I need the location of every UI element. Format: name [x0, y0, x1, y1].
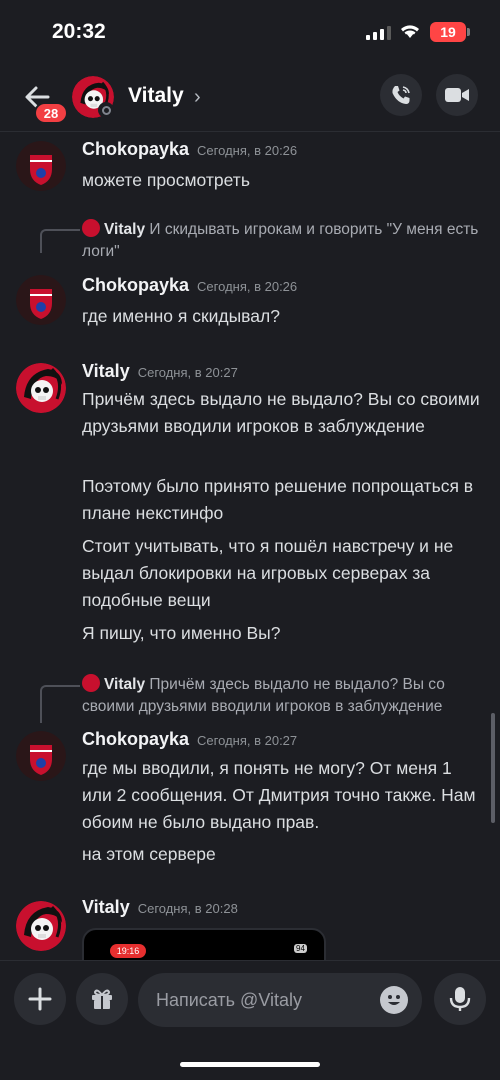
message-input[interactable]	[156, 973, 376, 1027]
message-text: где мы вводили, я понять не могу? От мен…	[82, 758, 476, 832]
message-text: Причём здесь выдало не выдало? Вы со сво…	[82, 389, 480, 436]
reply-connector	[40, 229, 80, 253]
message-text: на этом сервере	[82, 844, 216, 864]
reply-connector	[40, 685, 80, 723]
avatar[interactable]	[16, 731, 66, 781]
offline-status-icon	[98, 102, 114, 118]
reply-preview[interactable]: Vitaly Причём здесь выдало не выдало? Вы…	[82, 674, 492, 718]
chat-header: 28 Vitaly ›	[0, 66, 500, 132]
message-text: Поэтому было принято решение попрощаться…	[82, 476, 474, 523]
video-call-button[interactable]	[436, 74, 478, 116]
plus-icon	[28, 987, 52, 1011]
battery-icon: 19	[430, 22, 466, 42]
message-text: можете просмотреть	[82, 170, 250, 190]
gift-button[interactable]	[76, 973, 128, 1025]
wifi-icon	[401, 25, 419, 38]
message-text: Я пишу, что именно Вы?	[82, 623, 281, 643]
status-bar: 20:32 19	[0, 0, 500, 66]
signal-icon	[366, 26, 391, 40]
message-timestamp: Сегодня, в 20:27	[197, 733, 298, 748]
message-author[interactable]: Chokopayka Сегодня, в 20:26	[82, 139, 297, 160]
unread-badge: 28	[34, 102, 68, 124]
contact-name[interactable]: Vitaly	[128, 84, 184, 108]
home-indicator[interactable]	[180, 1062, 320, 1067]
gift-icon	[92, 989, 112, 1009]
add-attachment-button[interactable]	[14, 973, 66, 1025]
message-text: где именно я скидывал?	[82, 306, 280, 326]
image-attachment[interactable]: 19:16 94	[82, 928, 326, 960]
avatar[interactable]	[16, 141, 66, 191]
emoji-icon[interactable]	[380, 986, 408, 1014]
message-list[interactable]: Chokopayka Сегодня, в 20:26 можете просмо…	[0, 133, 500, 960]
thumb-battery: 94	[294, 944, 307, 953]
message-timestamp: Сегодня, в 20:27	[137, 365, 238, 380]
status-time: 20:32	[52, 20, 106, 43]
battery-tip	[467, 28, 470, 36]
reply-preview[interactable]: Vitaly И скидывать игрокам и говорить "У…	[82, 219, 492, 263]
avatar[interactable]	[16, 275, 66, 325]
avatar[interactable]	[16, 901, 66, 951]
microphone-icon	[449, 987, 471, 1011]
avatar	[82, 219, 100, 237]
avatar	[82, 674, 100, 692]
chevron-right-icon[interactable]: ›	[194, 86, 201, 109]
message-author[interactable]: Vitaly Сегодня, в 20:28	[82, 897, 238, 918]
thumb-time: 19:16	[110, 944, 146, 958]
voice-call-button[interactable]	[380, 74, 422, 116]
voice-message-button[interactable]	[434, 973, 486, 1025]
avatar[interactable]	[16, 363, 66, 413]
phone-icon	[392, 86, 410, 104]
scrollbar[interactable]	[491, 713, 495, 823]
message-author[interactable]: Chokopayka Сегодня, в 20:26	[82, 275, 297, 296]
message-author[interactable]: Vitaly Сегодня, в 20:27	[82, 361, 238, 382]
video-camera-icon	[445, 88, 469, 102]
message-timestamp: Сегодня, в 20:28	[137, 901, 238, 916]
message-author[interactable]: Chokopayka Сегодня, в 20:27	[82, 729, 297, 750]
message-timestamp: Сегодня, в 20:26	[197, 143, 298, 158]
message-timestamp: Сегодня, в 20:26	[197, 279, 298, 294]
message-input-container	[138, 973, 422, 1027]
message-text: Стоит учитывать, что я пошёл навстречу и…	[82, 536, 454, 610]
